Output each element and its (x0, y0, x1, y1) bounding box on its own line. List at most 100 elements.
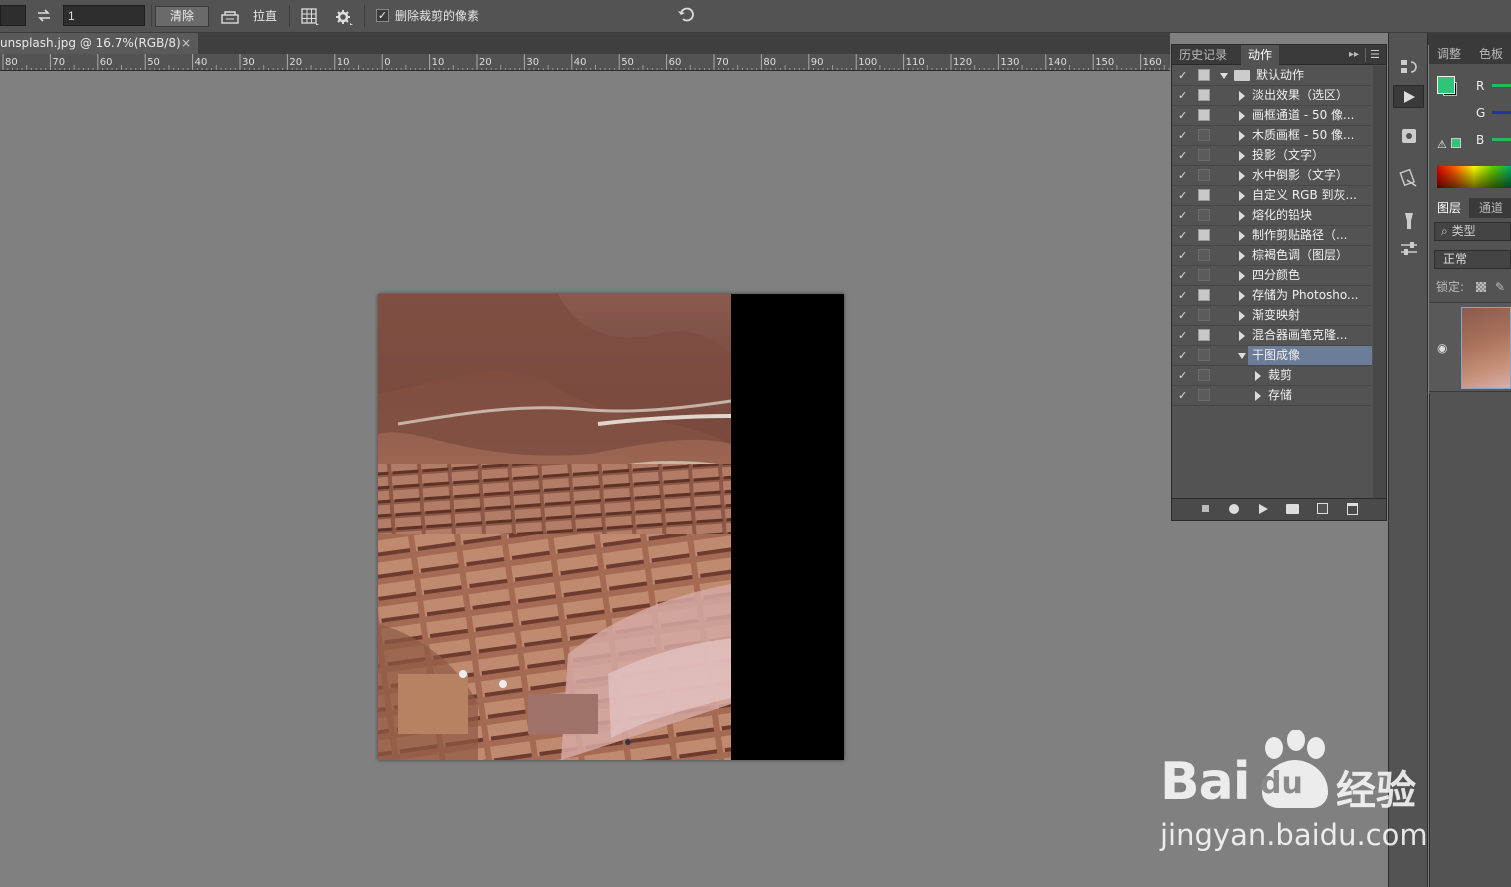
toggle-dialog-icon[interactable] (1198, 189, 1210, 201)
action-set-row[interactable]: ✓ 默认动作 (1172, 66, 1372, 86)
action-row[interactable]: ✓ 投影（文字） (1172, 146, 1372, 166)
toggle-dialog-icon[interactable] (1198, 229, 1210, 241)
panel-menu-icon[interactable]: ☰ (1370, 48, 1380, 61)
toggle-dialog-icon[interactable] (1198, 129, 1210, 141)
tab-actions[interactable]: 动作 (1241, 45, 1280, 65)
lock-brush-icon[interactable]: ✎ (1495, 280, 1505, 294)
action-row[interactable]: ✓ 干图成像 (1172, 346, 1372, 366)
expand-triangle-right-icon[interactable] (1239, 131, 1245, 141)
action-row[interactable]: ✓ 混合器画笔克隆... (1172, 326, 1372, 346)
toggle-item-checkbox[interactable]: ✓ (1178, 368, 1192, 384)
toggle-dialog-icon[interactable] (1198, 269, 1210, 281)
expand-triangle-right-icon[interactable] (1239, 311, 1245, 321)
toggle-item-checkbox[interactable]: ✓ (1178, 288, 1192, 304)
color-spectrum-bar[interactable] (1437, 166, 1511, 188)
toggle-dialog-icon[interactable] (1198, 389, 1210, 401)
expand-triangle-right-icon[interactable] (1239, 171, 1245, 181)
expand-triangle-right-icon[interactable] (1239, 271, 1245, 281)
toggle-dialog-icon[interactable] (1198, 349, 1210, 361)
layer-filter-field[interactable]: ⌕ 类型 (1434, 222, 1511, 241)
layer-row[interactable]: ◉ (1429, 302, 1511, 392)
expand-triangle-right-icon[interactable] (1239, 111, 1245, 121)
expand-triangle-right-icon[interactable] (1239, 91, 1245, 101)
new-action-icon[interactable] (1317, 503, 1328, 514)
toggle-dialog-icon[interactable] (1198, 109, 1210, 121)
channel-b-slider[interactable] (1492, 138, 1511, 141)
action-step-row[interactable]: ✓ 存储 (1172, 386, 1372, 406)
swap-icon[interactable] (34, 6, 54, 26)
expand-triangle-right-icon[interactable] (1255, 391, 1261, 401)
toggle-item-checkbox[interactable]: ✓ (1178, 148, 1192, 164)
action-row[interactable]: ✓ 水中倒影（文字） (1172, 166, 1372, 186)
tab-swatches[interactable]: 色板 (1473, 44, 1509, 64)
expand-triangle-right-icon[interactable] (1239, 251, 1245, 261)
toggle-item-checkbox[interactable]: ✓ (1178, 208, 1192, 224)
toggle-item-checkbox[interactable]: ✓ (1178, 188, 1192, 204)
toggle-item-checkbox[interactable]: ✓ (1178, 248, 1192, 264)
straighten-label[interactable]: 拉直 (253, 0, 277, 33)
toggle-item-checkbox[interactable]: ✓ (1178, 268, 1192, 284)
clear-button[interactable]: 清除 (155, 6, 209, 27)
toggle-dialog-icon[interactable] (1198, 329, 1210, 341)
blend-mode-select[interactable]: 正常 (1434, 250, 1511, 269)
expand-triangle-down-icon[interactable] (1238, 353, 1246, 359)
collapse-panel-icon[interactable]: ▸▸ (1349, 49, 1359, 60)
expand-triangle-right-icon[interactable] (1239, 151, 1245, 161)
actions-icon[interactable] (1393, 85, 1424, 108)
document-tab[interactable]: unsplash.jpg @ 16.7%(RGB/8) × (0, 33, 198, 54)
play-icon[interactable] (1259, 504, 1268, 514)
expand-triangle-right-icon[interactable] (1239, 211, 1245, 221)
straighten-icon[interactable] (220, 7, 240, 27)
action-row[interactable]: ✓ 制作剪贴路径（... (1172, 226, 1372, 246)
tab-channels[interactable]: 通道 (1473, 198, 1509, 218)
lock-transparency-icon[interactable] (1476, 282, 1486, 292)
toggle-dialog-icon[interactable] (1198, 89, 1210, 101)
expand-triangle-right-icon[interactable] (1255, 371, 1261, 381)
toggle-dialog-icon[interactable] (1198, 289, 1210, 301)
toggle-dialog-icon[interactable] (1198, 249, 1210, 261)
record-icon[interactable] (1229, 504, 1239, 514)
ratio-height-field[interactable] (63, 5, 145, 26)
close-icon[interactable]: × (181, 33, 191, 54)
expand-triangle-right-icon[interactable] (1239, 191, 1245, 201)
toggle-item-checkbox[interactable]: ✓ (1178, 108, 1192, 124)
gear-icon[interactable] (334, 7, 354, 27)
action-row[interactable]: ✓ 四分颜色 (1172, 266, 1372, 286)
toggle-item-checkbox[interactable]: ✓ (1178, 308, 1192, 324)
channel-r-slider[interactable] (1492, 84, 1511, 87)
toggle-item-checkbox[interactable]: ✓ (1178, 348, 1192, 364)
document-canvas[interactable] (378, 294, 844, 760)
toggle-dialog-icon[interactable] (1198, 149, 1210, 161)
expand-triangle-right-icon[interactable] (1239, 331, 1245, 341)
actions-scrollbar[interactable] (1373, 66, 1386, 498)
foreground-color-swatch[interactable] (1437, 76, 1455, 94)
expand-triangle-right-icon[interactable] (1239, 231, 1245, 241)
expand-triangle-right-icon[interactable] (1239, 291, 1245, 301)
action-row[interactable]: ✓ 熔化的铅块 (1172, 206, 1372, 226)
gamut-warning-icon[interactable]: ⚠ (1437, 138, 1447, 151)
tab-history[interactable]: 历史记录 (1172, 45, 1234, 65)
toggle-item-checkbox[interactable]: ✓ (1178, 228, 1192, 244)
trash-icon[interactable] (1347, 503, 1358, 515)
toggle-dialog-icon[interactable] (1198, 169, 1210, 181)
channel-g-slider[interactable] (1492, 111, 1511, 114)
toggle-dialog-icon[interactable] (1198, 209, 1210, 221)
tool-presets-icon[interactable] (1399, 126, 1419, 146)
history-icon[interactable] (1399, 57, 1419, 77)
delete-cropped-checkbox[interactable]: ✓ (376, 9, 389, 22)
action-row[interactable]: ✓ 木质画框 - 50 像... (1172, 126, 1372, 146)
toggle-item-checkbox[interactable]: ✓ (1178, 168, 1192, 184)
action-step-row[interactable]: ✓ 裁剪 (1172, 366, 1372, 386)
tab-adjustments[interactable]: 调整 (1429, 44, 1469, 64)
toggle-dialog-icon[interactable] (1198, 69, 1210, 81)
reset-icon[interactable] (676, 5, 696, 25)
stop-icon[interactable] (1202, 505, 1209, 512)
toggle-item-checkbox[interactable]: ✓ (1178, 128, 1192, 144)
action-row[interactable]: ✓ 自定义 RGB 到灰... (1172, 186, 1372, 206)
grid-overlay-icon[interactable] (300, 7, 320, 27)
tab-layers[interactable]: 图层 (1429, 198, 1470, 218)
toggle-item-checkbox[interactable]: ✓ (1178, 388, 1192, 404)
clone-source-icon[interactable] (1399, 168, 1419, 188)
action-row[interactable]: ✓ 画框通道 - 50 像... (1172, 106, 1372, 126)
new-set-folder-icon[interactable] (1286, 504, 1299, 514)
